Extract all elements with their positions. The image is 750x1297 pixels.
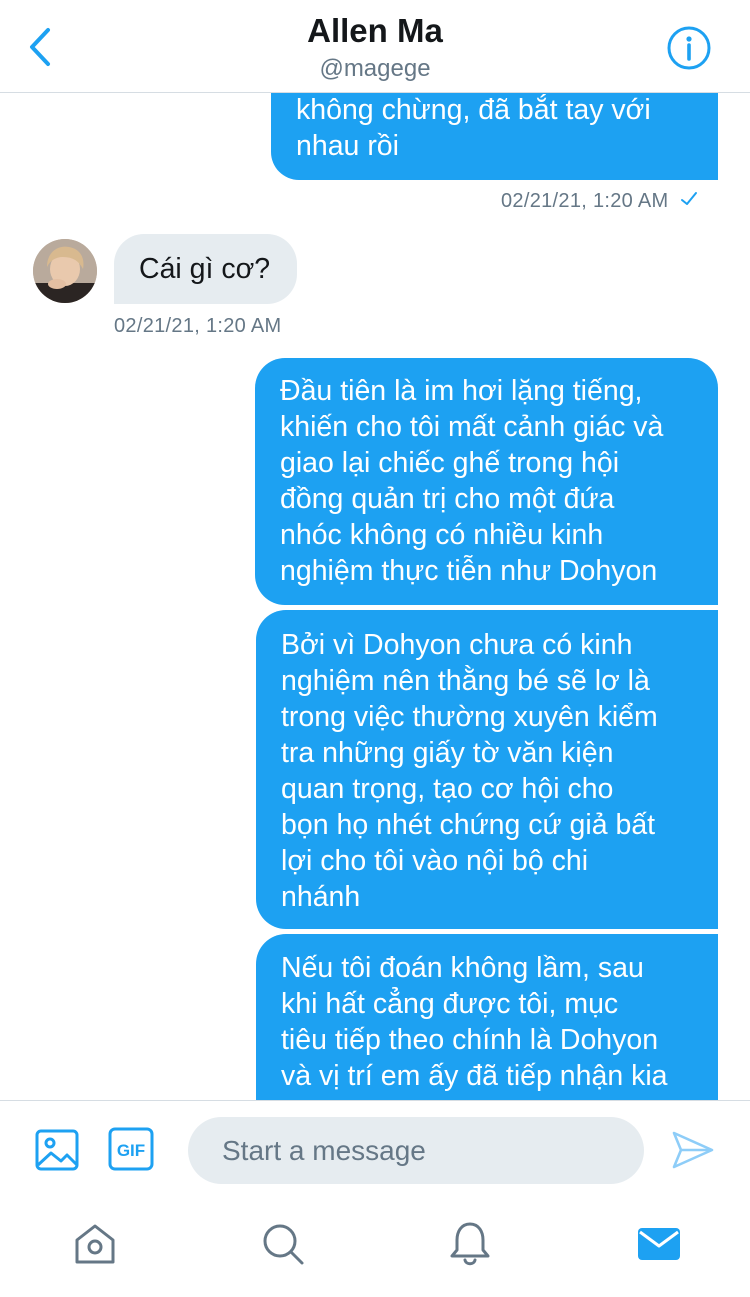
add-gif-button[interactable]: GIF (107, 1126, 155, 1172)
incoming-message[interactable]: Cái gì cơ? (114, 234, 297, 304)
tab-notifications[interactable] (446, 1220, 494, 1268)
mail-icon (638, 1228, 680, 1260)
tab-search[interactable] (259, 1220, 307, 1268)
send-icon (672, 1131, 714, 1169)
image-icon (35, 1129, 79, 1171)
message-composer: GIF (0, 1100, 750, 1201)
gif-icon: GIF (108, 1127, 154, 1171)
dm-conversation-screen: Allen Ma @magege không chừng, đã bắt tay… (0, 0, 750, 1297)
conversation-info-button[interactable] (666, 25, 712, 71)
timestamp-text: 02/21/21, 1:20 AM (501, 190, 669, 212)
contact-handle: @magege (319, 55, 431, 82)
checkmark-icon (681, 192, 698, 205)
contact-name: Allen Ma (307, 12, 443, 49)
message-timestamp: 02/21/21, 1:20 AM (501, 190, 698, 213)
bell-icon (450, 1222, 490, 1266)
message-input[interactable] (188, 1117, 644, 1184)
search-icon (263, 1224, 304, 1265)
add-media-button[interactable] (34, 1127, 80, 1173)
outgoing-message[interactable]: Bởi vì Dohyon chưa có kinh nghiệm nên th… (256, 610, 718, 929)
message-timestamp: 02/21/21, 1:20 AM (114, 315, 282, 337)
home-icon (75, 1224, 115, 1264)
outgoing-message[interactable]: không chừng, đã bắt tay với nhau rồi (271, 92, 718, 180)
send-button[interactable] (670, 1127, 716, 1173)
outgoing-message[interactable]: Đầu tiên là im hơi lặng tiếng, khiến cho… (255, 358, 718, 605)
info-icon (667, 26, 711, 70)
bottom-tab-bar (0, 1200, 750, 1297)
avatar-image (33, 239, 97, 303)
tab-messages[interactable] (635, 1220, 683, 1268)
conversation-header: Allen Ma @magege (0, 0, 750, 93)
gif-label: GIF (117, 1141, 145, 1160)
message-list[interactable]: không chừng, đã bắt tay với nhau rồi 02/… (0, 92, 750, 1100)
tab-home[interactable] (71, 1220, 119, 1268)
outgoing-message[interactable]: Nếu tôi đoán không lầm, sau khi hất cẳng… (256, 934, 718, 1100)
avatar[interactable] (33, 239, 97, 303)
